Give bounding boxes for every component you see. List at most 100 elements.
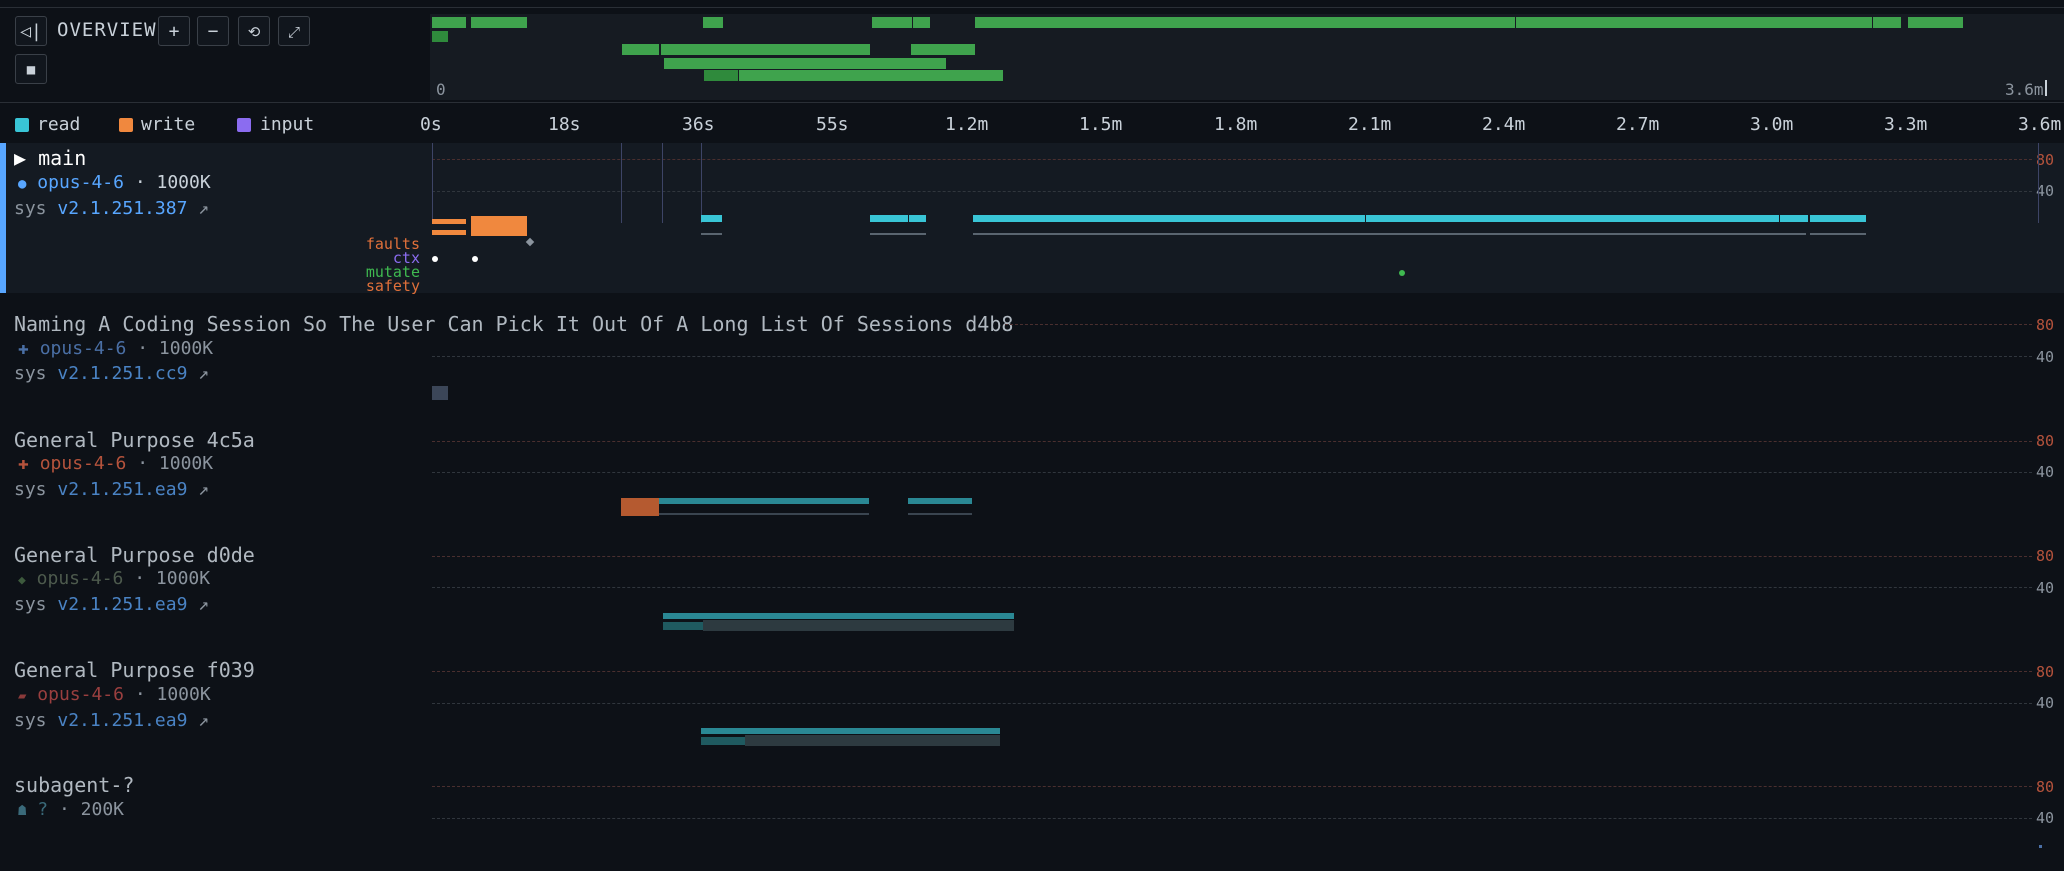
read-bar[interactable] — [1810, 215, 1866, 222]
read-bar[interactable] — [663, 613, 1014, 619]
ctx-event-dot[interactable] — [472, 256, 478, 262]
main-context: · 1000K — [134, 172, 211, 193]
fit-button[interactable]: ⤢ — [278, 16, 310, 46]
external-link-icon[interactable]: ↗ — [198, 363, 209, 384]
activity-bar[interactable] — [432, 386, 448, 400]
y-tick-40: 40 — [2036, 809, 2055, 827]
reset-icon: ⟲ — [247, 23, 261, 41]
time-tick: 55s — [816, 114, 849, 135]
legend-input[interactable]: input — [260, 114, 314, 135]
subagent-title[interactable]: General Purpose 4c5a — [14, 428, 255, 452]
overview-viewport-handle[interactable] — [2045, 80, 2047, 96]
marker-line — [621, 143, 622, 223]
subagent-title[interactable]: Naming A Coding Session So The User Can … — [14, 312, 1013, 336]
read-bar[interactable] — [909, 215, 926, 222]
read-bar[interactable] — [870, 215, 908, 222]
external-link-icon[interactable]: ↗ — [198, 710, 209, 731]
subagent-model: opus-4-6 — [37, 684, 124, 705]
marker-line — [662, 143, 663, 223]
pentagon-icon: ☗ — [18, 803, 27, 819]
write-bar[interactable] — [663, 622, 703, 630]
threshold-80-line — [432, 159, 2032, 160]
zoom-in-button[interactable]: + — [158, 16, 190, 46]
collapse-button[interactable]: ◁| — [15, 16, 47, 46]
write-bar[interactable] — [432, 219, 466, 224]
subagent-title[interactable]: General Purpose d0de — [14, 543, 255, 567]
external-link-icon[interactable]: ↗ — [198, 479, 209, 500]
subagent-version-link[interactable]: v2.1.251.cc9 — [57, 363, 187, 384]
y-tick-80: 80 — [2036, 432, 2055, 450]
time-tick: 2.1m — [1348, 114, 1392, 135]
overview-minimap[interactable]: 0 3.6m — [430, 14, 2064, 100]
overview-segment — [1516, 17, 1872, 28]
subagent-version-link[interactable]: v2.1.251.ea9 — [57, 710, 187, 731]
threshold-80-line — [432, 556, 2032, 557]
y-tick-80: 80 — [2036, 547, 2055, 565]
overview-segment — [703, 17, 723, 28]
time-tick: 18s — [548, 114, 581, 135]
overview-segment — [622, 44, 659, 55]
main-row-title[interactable]: ▶ main — [14, 146, 86, 170]
y-tick-40: 40 — [2036, 694, 2055, 712]
overview-label: OVERVIEW — [57, 19, 157, 41]
subagent-title[interactable]: subagent-? — [14, 773, 134, 797]
y-tick-40: 40 — [2036, 579, 2055, 597]
read-bar[interactable] — [973, 215, 1365, 222]
time-tick: 3.3m — [1884, 114, 1928, 135]
overview-segment — [661, 44, 870, 55]
subagent-version-link[interactable]: v2.1.251.ea9 — [57, 594, 187, 615]
y-tick-80: 80 — [2036, 663, 2055, 681]
threshold-80-line — [432, 441, 2032, 442]
legend-read-swatch — [15, 118, 29, 132]
overview-segment — [1873, 17, 1901, 28]
ctx-event-dot[interactable] — [432, 256, 438, 262]
y-tick-80: 80 — [2036, 316, 2055, 334]
overview-segment — [975, 17, 1515, 28]
subagent-context: · 1000K — [134, 568, 211, 589]
subagent-model: opus-4-6 — [36, 568, 124, 589]
external-link-icon[interactable]: ↗ — [198, 198, 209, 219]
overview-segment — [1908, 17, 1963, 28]
collapse-icon: ◁| — [20, 21, 42, 42]
reset-zoom-button[interactable]: ⟲ — [238, 16, 270, 46]
activity-marker — [2039, 845, 2042, 848]
overview-axis-end: 3.6m — [2005, 80, 2044, 99]
subagent-title[interactable]: General Purpose f039 — [14, 658, 255, 682]
zoom-out-button[interactable]: − — [197, 16, 229, 46]
time-tick: 2.7m — [1616, 114, 1660, 135]
read-bar[interactable] — [1366, 215, 1779, 222]
plus-cross-icon: ✚ — [18, 453, 29, 474]
write-bar[interactable] — [621, 498, 659, 516]
threshold-40-line — [432, 587, 2032, 588]
main-row-selection-indicator — [0, 143, 6, 293]
time-tick: 2.4m — [1482, 114, 1526, 135]
legend-read[interactable]: read — [37, 114, 80, 135]
overview-segment — [471, 17, 527, 28]
overview-segment — [872, 17, 912, 28]
overview-segment — [432, 31, 448, 42]
main-model: opus-4-6 — [37, 172, 124, 193]
write-bar[interactable] — [471, 216, 527, 236]
read-bar[interactable] — [908, 498, 972, 504]
marker-line — [432, 143, 433, 223]
threshold-40-line — [432, 703, 2032, 704]
subagent-version-link[interactable]: v2.1.251.ea9 — [57, 479, 187, 500]
y-tick-40: 40 — [2036, 463, 2055, 481]
read-bar[interactable] — [701, 728, 1000, 734]
time-tick: 3.6m — [2018, 114, 2062, 135]
mutate-event-dot[interactable] — [1399, 270, 1405, 276]
cache-bar — [701, 233, 722, 235]
time-tick: 1.8m — [1214, 114, 1258, 135]
read-bar[interactable] — [701, 215, 722, 222]
legend-write[interactable]: write — [141, 114, 195, 135]
read-bar[interactable] — [1780, 215, 1808, 222]
stop-button[interactable]: ■ — [15, 54, 47, 84]
main-version-link[interactable]: v2.1.251.387 — [57, 198, 187, 219]
write-bar[interactable] — [701, 737, 745, 745]
minus-icon: − — [207, 21, 219, 42]
write-bar[interactable] — [432, 230, 466, 235]
time-tick: 1.2m — [945, 114, 989, 135]
external-link-icon[interactable]: ↗ — [198, 594, 209, 615]
legend-input-swatch — [237, 118, 251, 132]
read-bar[interactable] — [659, 498, 869, 504]
